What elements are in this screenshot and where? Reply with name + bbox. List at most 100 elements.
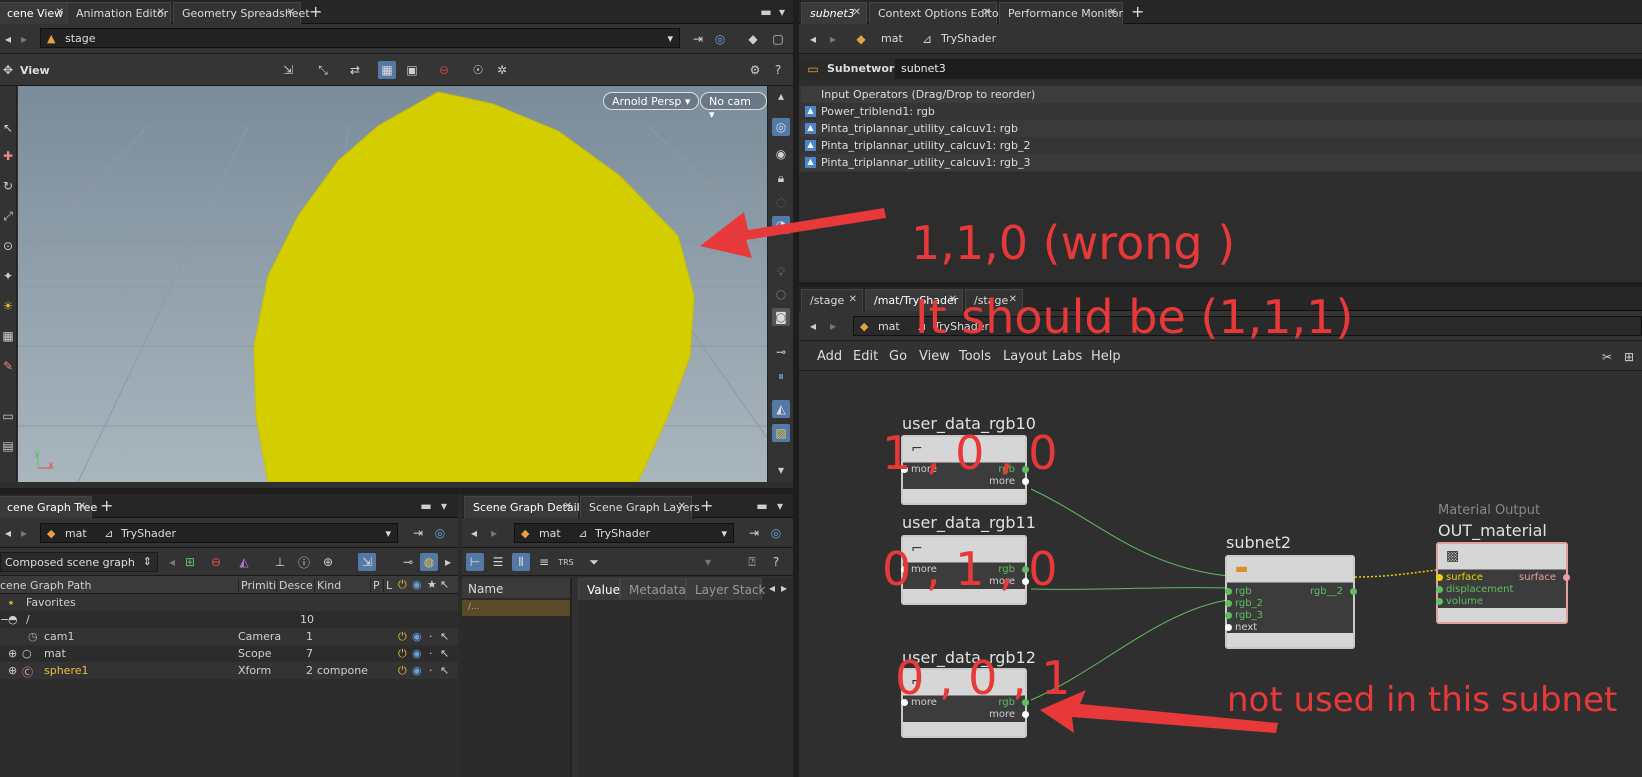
menu-tools[interactable]: Tools [959, 349, 991, 364]
window-icon[interactable]: ▢ [770, 31, 786, 47]
dropdown-icon[interactable]: ▾ [700, 554, 716, 570]
pause-icon[interactable]: ⏸︎ [773, 368, 789, 384]
pointer-icon[interactable]: ↖ [440, 664, 449, 677]
tab-scene-view[interactable]: cene View ✕ [0, 2, 70, 24]
list-item[interactable]: ▲ Pinta_triplannar_utility_calcuv1: rgb_2 [801, 137, 1642, 154]
column-header-l[interactable]: L [383, 579, 392, 592]
paint-tool-icon[interactable]: ✎ [0, 358, 16, 374]
search-icon[interactable]: ⊕ [320, 554, 336, 570]
output-port-dot[interactable] [1022, 711, 1029, 718]
back-arrow-icon[interactable]: ◂ [805, 318, 821, 334]
input-port-dot[interactable] [1225, 624, 1232, 631]
close-icon[interactable]: ✕ [1109, 7, 1117, 18]
select-tool-icon[interactable]: ↖ [0, 120, 16, 136]
eye-icon[interactable]: ◉ [412, 664, 422, 677]
chevron-down-icon[interactable]: ▾ [721, 527, 727, 540]
cube-icon[interactable]: ◆ [745, 31, 761, 47]
lock-icon[interactable]: 🔒︎ [773, 170, 789, 186]
power-icon[interactable]: ⏻︎ [398, 664, 407, 678]
menu-add[interactable]: Add [817, 349, 842, 364]
tree-row-root[interactable]: − ◓/10 [0, 611, 458, 628]
output-port-dot[interactable] [1563, 574, 1570, 581]
columns-view-icon[interactable]: ⫴ [512, 553, 530, 571]
name-column-header[interactable]: Name [462, 578, 570, 598]
back-arrow-icon[interactable]: ◂ [805, 31, 821, 47]
dot-icon[interactable]: · [429, 630, 433, 643]
scroll-up-icon[interactable]: ▴ [773, 88, 789, 104]
star-col-icon[interactable]: ★ [427, 578, 437, 591]
eye-icon[interactable]: ◉ [412, 647, 422, 660]
close-icon[interactable]: ✕ [564, 501, 572, 512]
network-options-icon[interactable]: ⊞ [1621, 349, 1637, 365]
tree-row-sphere1[interactable]: ⊕ Ⓒsphere1 Xform 2 compone ⏻︎ ◉ · ↖ [0, 662, 458, 679]
camera-view-icon[interactable]: ▣ [404, 62, 420, 78]
column-header-path[interactable]: cene Graph Path [0, 579, 91, 592]
wireframe-icon[interactable]: ◎ [772, 118, 790, 136]
tab-scene-graph-tree[interactable]: cene Graph Tree ✕ [0, 496, 97, 518]
tab-performance-monitor[interactable]: Performance Monitor ✕ [999, 2, 1123, 24]
back-arrow-icon[interactable]: ◂ [0, 525, 16, 541]
tree-view-icon[interactable]: ⊢ [466, 553, 484, 571]
dot-icon[interactable]: · [429, 647, 433, 660]
add-tab-icon[interactable]: + [100, 496, 113, 515]
tree-row-mat[interactable]: ⊕ ○ mat Scope 7 ⏻︎ ◉ · ↖ [0, 645, 458, 662]
close-icon[interactable]: ✕ [157, 7, 165, 18]
menu-edit[interactable]: Edit [853, 349, 878, 364]
eye-icon[interactable]: ⊸ [400, 554, 416, 570]
list-item[interactable]: ▲ Pinta_triplannar_utility_calcuv1: rgb [801, 120, 1642, 137]
display-options-icon[interactable]: ✲ [494, 62, 510, 78]
camera-dropdown[interactable]: No cam ▾ [700, 92, 767, 121]
gear-icon[interactable]: ⚙ [747, 62, 763, 78]
shader-icon[interactable]: ⊿ [919, 31, 935, 47]
input-port-dot[interactable] [1436, 598, 1443, 605]
collection-icon[interactable]: ⊖ [208, 554, 224, 570]
back-arrow-icon[interactable]: ◂ [0, 31, 16, 47]
render-region-icon[interactable]: ▨ [772, 424, 790, 442]
tab-animation-editor[interactable]: Animation Editor ✕ [67, 2, 171, 24]
pin-icon[interactable]: ⇥ [746, 525, 762, 541]
link-selection-icon[interactable]: ⇲ [358, 553, 376, 571]
tab-subnet3[interactable]: subnet3 ✕ [801, 2, 867, 24]
menu-labs[interactable]: Labs [1052, 349, 1082, 364]
tab-scene-graph-details[interactable]: Scene Graph Details ✕ [464, 496, 585, 518]
pane-dropdown-icon[interactable]: ▾ [436, 498, 452, 514]
add-tab-icon[interactable]: + [700, 496, 713, 515]
forward-arrow-icon[interactable]: ▸ [486, 525, 502, 541]
wrench-icon[interactable]: ✂ [1599, 349, 1615, 365]
tab-scroll-right-icon[interactable]: ▸ [776, 580, 792, 596]
pane-dropdown-icon[interactable]: ▾ [774, 4, 790, 20]
filter-icon[interactable]: ⊞ [182, 554, 198, 570]
expand-icon[interactable]: ⊕ [8, 664, 17, 677]
pane-dropdown-icon[interactable]: ▾ [772, 498, 788, 514]
power-icon[interactable]: ⏻︎ [398, 630, 407, 644]
forward-arrow-icon[interactable]: ▸ [825, 31, 841, 47]
visibility-icon[interactable]: ⊸ [773, 344, 789, 360]
path-shader-label[interactable]: TryShader [941, 32, 996, 45]
tab-layer-stack[interactable]: Layer Stack [686, 578, 766, 600]
favorites-row[interactable]: ⭑ Favorites [0, 594, 458, 611]
forward-arrow-icon[interactable]: ▸ [16, 31, 32, 47]
hierarchy-icon[interactable]: ⊥ [272, 554, 288, 570]
pin-icon[interactable]: ⇥ [690, 31, 706, 47]
pane-menu-icon[interactable]: ▬ [758, 4, 774, 20]
tab-context-options[interactable]: Context Options Editor ✕ [869, 2, 1003, 24]
scene-graph-mode-select[interactable]: Composed scene graph ⇕ [0, 552, 158, 572]
renderer-dropdown[interactable]: Arnold Persp ▾ [603, 92, 700, 110]
scroll-down-icon[interactable]: ▾ [773, 462, 789, 478]
close-icon[interactable]: ✕ [78, 501, 86, 512]
close-icon[interactable]: ✕ [849, 294, 857, 305]
sgd-path-field[interactable]: ◆ mat ⊿ TryShader ▾ [514, 523, 734, 543]
close-icon[interactable]: ✕ [287, 7, 295, 18]
handle-tool-icon[interactable]: ⊙ [0, 238, 16, 254]
column-header-descendants[interactable]: Desce [276, 579, 313, 592]
info-icon[interactable]: ⓘ [296, 554, 312, 570]
pin-icon[interactable]: ⇥ [410, 525, 426, 541]
path-mat-label[interactable]: mat [881, 32, 903, 45]
back-arrow-icon[interactable]: ◂ [466, 525, 482, 541]
menu-view[interactable]: View [919, 349, 950, 364]
list-item[interactable]: ▲ Pinta_triplannar_utility_calcuv1: rgb_3 [801, 154, 1642, 171]
bulb-icon[interactable]: 💡︎ [773, 264, 789, 280]
tab-value[interactable]: Value [578, 578, 620, 600]
node-subnet2[interactable]: ▬ rgb rgb_2 rgb_3 next rgb__2 [1225, 555, 1357, 649]
add-tab-icon[interactable]: + [309, 2, 322, 21]
